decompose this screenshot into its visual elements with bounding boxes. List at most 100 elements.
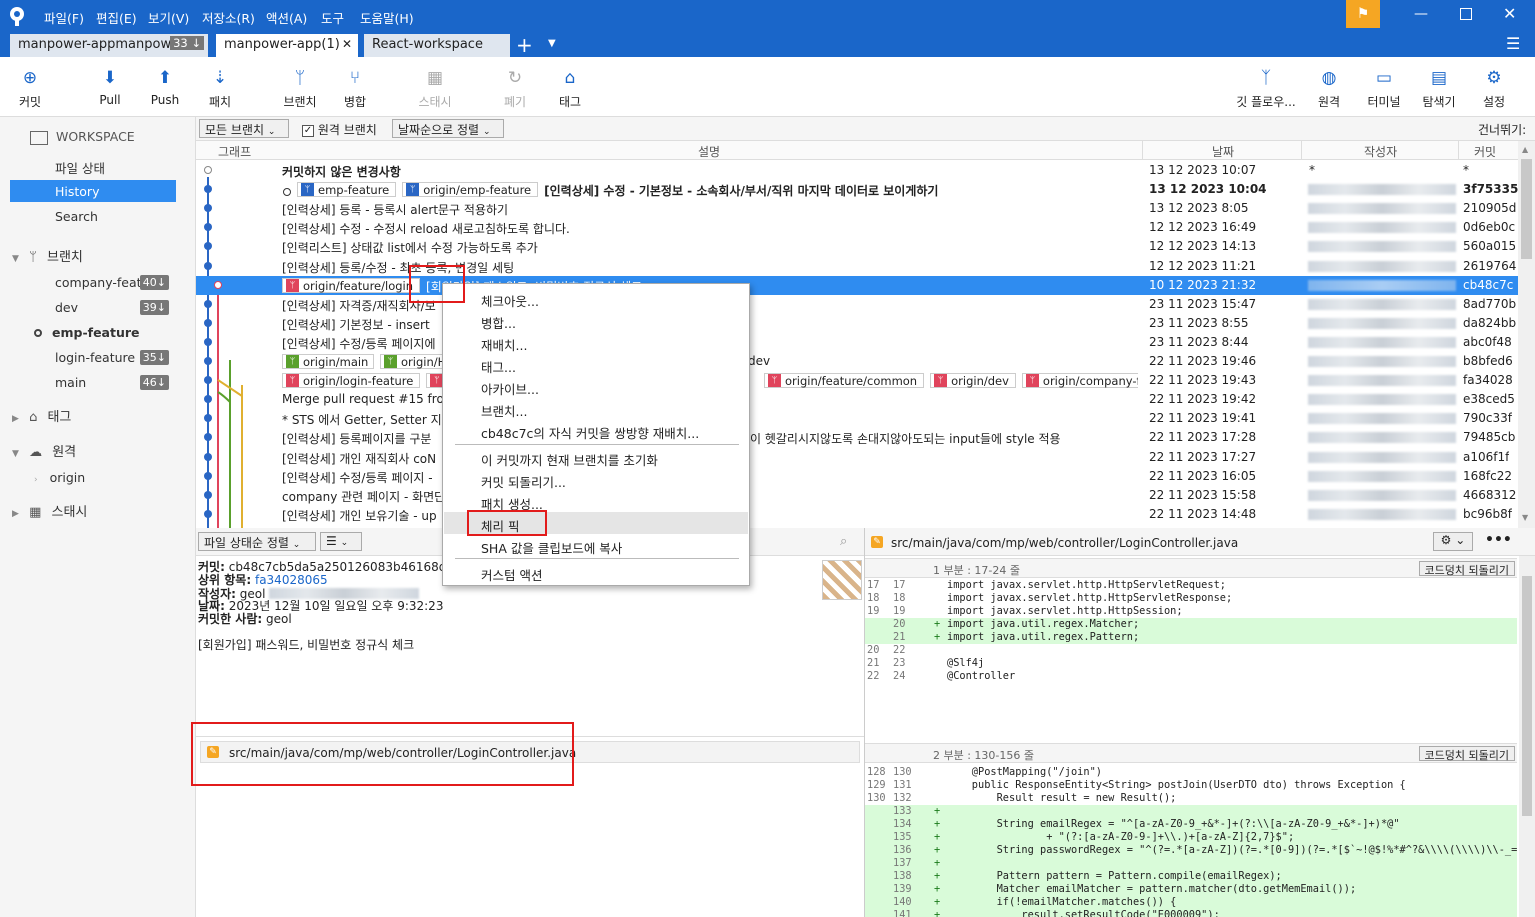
gitflow-button[interactable]: ᛉ 깃 플로우... <box>1231 63 1301 110</box>
menu-item-4[interactable]: 액션(A) <box>266 8 307 27</box>
tab-react-workspace[interactable]: React-workspace <box>364 34 510 57</box>
sidebar-item-file-status[interactable]: 파일 상태 <box>55 158 105 177</box>
commit-row[interactable]: [인력상세] 자격증/재직회사/보 23 11 2023 15:47 8ad770b <box>196 295 1518 314</box>
push-button[interactable]: ⬆ Push <box>137 63 193 107</box>
file-sort-dropdown[interactable]: 파일 상태순 정렬 ⌄ <box>198 532 316 551</box>
remote-branches-checkbox[interactable]: ✓ 원격 브랜치 <box>302 121 377 138</box>
branch-tag[interactable]: ᛘ origin/dev <box>930 373 1016 389</box>
pull-button[interactable]: ⬇ Pull <box>82 63 138 107</box>
commit-row[interactable]: [인력상세] 등록 - 등록시 alert문구 적용하기 13 12 2023 8… <box>196 199 1518 218</box>
diff-settings-gear-icon[interactable]: ⚙ ⌄ <box>1433 532 1473 551</box>
commit-row[interactable]: [인력상세] 수정/등록 페이지에 23 11 2023 8:44 abc0f48 <box>196 333 1518 352</box>
stash-section-header[interactable]: ▶ ▦ 스태시 <box>12 501 87 520</box>
commit-row[interactable]: * STS 에서 Getter, Setter 지원 22 11 2023 19:… <box>196 409 1518 428</box>
search-icon[interactable]: ⌕ <box>840 534 847 549</box>
all-branches-dropdown[interactable]: 모든 브랜치 ⌄ <box>199 119 289 138</box>
commit-row[interactable]: [인력상세] 수정/등록 페이지 - 22 11 2023 16:05 168fc2… <box>196 467 1518 486</box>
minimize-button[interactable]: — <box>1414 6 1434 22</box>
commit-row[interactable]: [인력상세] 개인 보유기술 - up 22 11 2023 14:48 bc96b… <box>196 505 1518 524</box>
menu-item-5[interactable]: 도구 <box>321 8 344 27</box>
commit-row[interactable]: ᛘ origin/main ᛘ origin/H dev 22 11 2023 19:46… <box>196 352 1518 371</box>
context-menu-item-8[interactable]: 커밋 되돌리기... <box>481 472 566 491</box>
menu-item-0[interactable]: 파일(F) <box>44 8 84 27</box>
menu-item-1[interactable]: 편집(E) <box>96 8 137 27</box>
column-commit[interactable]: 커밋 <box>1474 143 1496 160</box>
context-menu-item-11[interactable]: SHA 값을 클립보드에 복사 <box>481 538 622 557</box>
discard-button[interactable]: ↻ 폐기 <box>487 63 543 110</box>
stash-button[interactable]: ▦ 스태시 <box>407 63 463 110</box>
branch-tag[interactable]: ᛘ origin/emp-feature <box>402 182 539 198</box>
merge-button[interactable]: ⑂ 병합 <box>327 63 383 110</box>
tab-manpower-app-1[interactable]: manpower-app(1) ✕ <box>216 34 358 57</box>
sidebar-branch-dev[interactable]: dev 39↓ <box>55 300 183 315</box>
sort-dropdown[interactable]: 날짜순으로 정렬 ⌄ <box>392 119 504 138</box>
context-menu-item-4[interactable]: 아카이브... <box>481 379 539 398</box>
column-graph[interactable]: 그래프 <box>218 143 251 160</box>
remote-button[interactable]: ◍ 원격 <box>1301 63 1357 110</box>
branch-button[interactable]: ᛘ 브랜치 <box>272 63 328 110</box>
tab-manpower-appmanpow[interactable]: manpower-appmanpow 33 ↓ <box>10 34 208 57</box>
sidebar-branch-emp-feature[interactable]: emp-feature <box>34 325 183 340</box>
menu-item-2[interactable]: 보기(V) <box>148 8 189 27</box>
context-menu-item-12[interactable]: 커스텀 액션 <box>481 565 542 584</box>
branch-tag[interactable]: ᛘ origin/feature/common <box>764 373 925 389</box>
diff-scrollbar[interactable] <box>1519 556 1535 917</box>
more-options-icon[interactable]: ••• <box>1485 532 1512 548</box>
column-date[interactable]: 날짜 <box>1212 143 1234 160</box>
context-menu-item-7[interactable]: 이 커밋까지 현재 브랜치를 초기화 <box>481 450 658 469</box>
commit-row[interactable]: [인력상세] 개인 재직회사 coN 22 11 2023 17:27 a106f1… <box>196 448 1518 467</box>
new-tab-icon[interactable]: + <box>516 33 533 57</box>
commit-row[interactable]: [인력리스트] 상태값 list에서 수정 가능하도록 추가 12 12 2023… <box>196 237 1518 256</box>
sidebar-remote-origin[interactable]: › origin <box>34 470 85 485</box>
context-menu-item-0[interactable]: 체크아웃... <box>481 291 539 310</box>
context-menu-item-1[interactable]: 병합... <box>481 313 516 332</box>
revert-hunk-button[interactable]: 코드덩치 되돌리기 <box>1418 746 1515 762</box>
commit-button[interactable]: ⊕ 커밋 <box>2 63 58 110</box>
branches-section-header[interactable]: ▼ ᛘ 브랜치 <box>12 246 83 265</box>
sidebar-branch-main[interactable]: main 46↓ <box>55 375 183 390</box>
column-description[interactable]: 설명 <box>698 143 720 160</box>
commit-row[interactable]: [인력상세] 등록페이지를 구분 이 헷갈리시지않도록 손대지않아도되는 inpu… <box>196 428 1518 447</box>
tag-button[interactable]: ⌂ 태그 <box>542 63 598 110</box>
menu-item-6[interactable]: 도움말(H) <box>360 8 414 27</box>
commit-row[interactable]: ᛘ emp-feature ᛘ origin/emp-feature [인력상세] 수정… <box>196 180 1518 199</box>
commit-row[interactable]: ᛘ origin/login-feature ᛘ ᛘ origin/feature/co… <box>196 371 1518 390</box>
context-menu-item-3[interactable]: 태그... <box>481 357 516 376</box>
parent-hash-link[interactable]: fa34028065 <box>255 573 328 587</box>
tab-close-icon[interactable]: ✕ <box>342 37 352 51</box>
commit-row[interactable]: company 관련 페이지 - 화면단 22 11 2023 15:58 4668… <box>196 486 1518 505</box>
notification-flag-button[interactable]: ⚑ <box>1346 0 1380 28</box>
commit-row[interactable]: ᛘorigin/feature/login[회원가입] 패스워드, 비밀번호 정… <box>196 275 1518 295</box>
commit-row[interactable]: [인력상세] 기본정보 - insert 23 11 2023 8:55 da824… <box>196 314 1518 333</box>
maximize-button[interactable] <box>1460 8 1472 20</box>
commit-row[interactable]: 커밋하지 않은 변경사항 13 12 2023 10:07 * * <box>196 161 1518 180</box>
commit-row[interactable]: [인력상세] 수정 - 수정시 reload 새로고침하도록 합니다. 12 12… <box>196 218 1518 237</box>
branch-tag[interactable]: ᛘ emp-feature <box>297 182 397 198</box>
close-window-button[interactable]: ✕ <box>1503 4 1516 23</box>
context-menu-item-5[interactable]: 브랜치... <box>481 401 527 420</box>
fetch-button[interactable]: ⇣ 패치 <box>192 63 248 110</box>
context-menu-item-6[interactable]: cb48c7c의 자식 커밋을 쌍방향 재배치... <box>481 423 699 442</box>
commit-row[interactable]: Merge pull request #15 from 22 11 2023 19… <box>196 390 1518 409</box>
remotes-section-header[interactable]: ▼ ☁ 원격 <box>12 441 76 460</box>
explorer-button[interactable]: ▤ 탐색기 <box>1411 63 1467 110</box>
context-menu-item-2[interactable]: 재배치... <box>481 335 527 354</box>
tags-section-header[interactable]: ▶ ⌂ 태그 <box>12 406 71 425</box>
menu-item-3[interactable]: 저장소(R) <box>202 8 255 27</box>
terminal-button[interactable]: ▭ 터미널 <box>1356 63 1412 110</box>
sidebar-branch-login-feature[interactable]: login-feature 35↓ <box>55 350 183 365</box>
sidebar-item-history[interactable]: History <box>10 180 176 202</box>
tab-list-chevron-down-icon[interactable]: ▼ <box>548 38 556 49</box>
hamburger-menu-icon[interactable]: ☰ <box>1506 34 1520 53</box>
settings-button[interactable]: ⚙ 설정 <box>1466 63 1522 110</box>
branch-tag[interactable]: ᛘ origin/login-feature <box>282 373 421 389</box>
branch-tag[interactable]: ᛘ origin/main <box>282 354 374 369</box>
column-author[interactable]: 작성자 <box>1364 143 1397 160</box>
branch-tag[interactable]: ᛘ origin/feature/login <box>282 277 421 293</box>
branch-tag[interactable]: ᛘorigin/company-fea <box>1021 373 1138 389</box>
commit-row[interactable]: [인력상세] 등록/수정 - 최초 등록, 변경일 세팅 12 12 2023 1… <box>196 257 1518 276</box>
sidebar-branch-company-feature[interactable]: company-feature 40↓ <box>55 275 183 290</box>
revert-hunk-button[interactable]: 코드덩치 되돌리기 <box>1418 561 1515 577</box>
view-mode-dropdown[interactable]: ☰ ⌄ <box>320 532 362 551</box>
history-scrollbar[interactable]: ▲ ▼ <box>1518 141 1535 528</box>
